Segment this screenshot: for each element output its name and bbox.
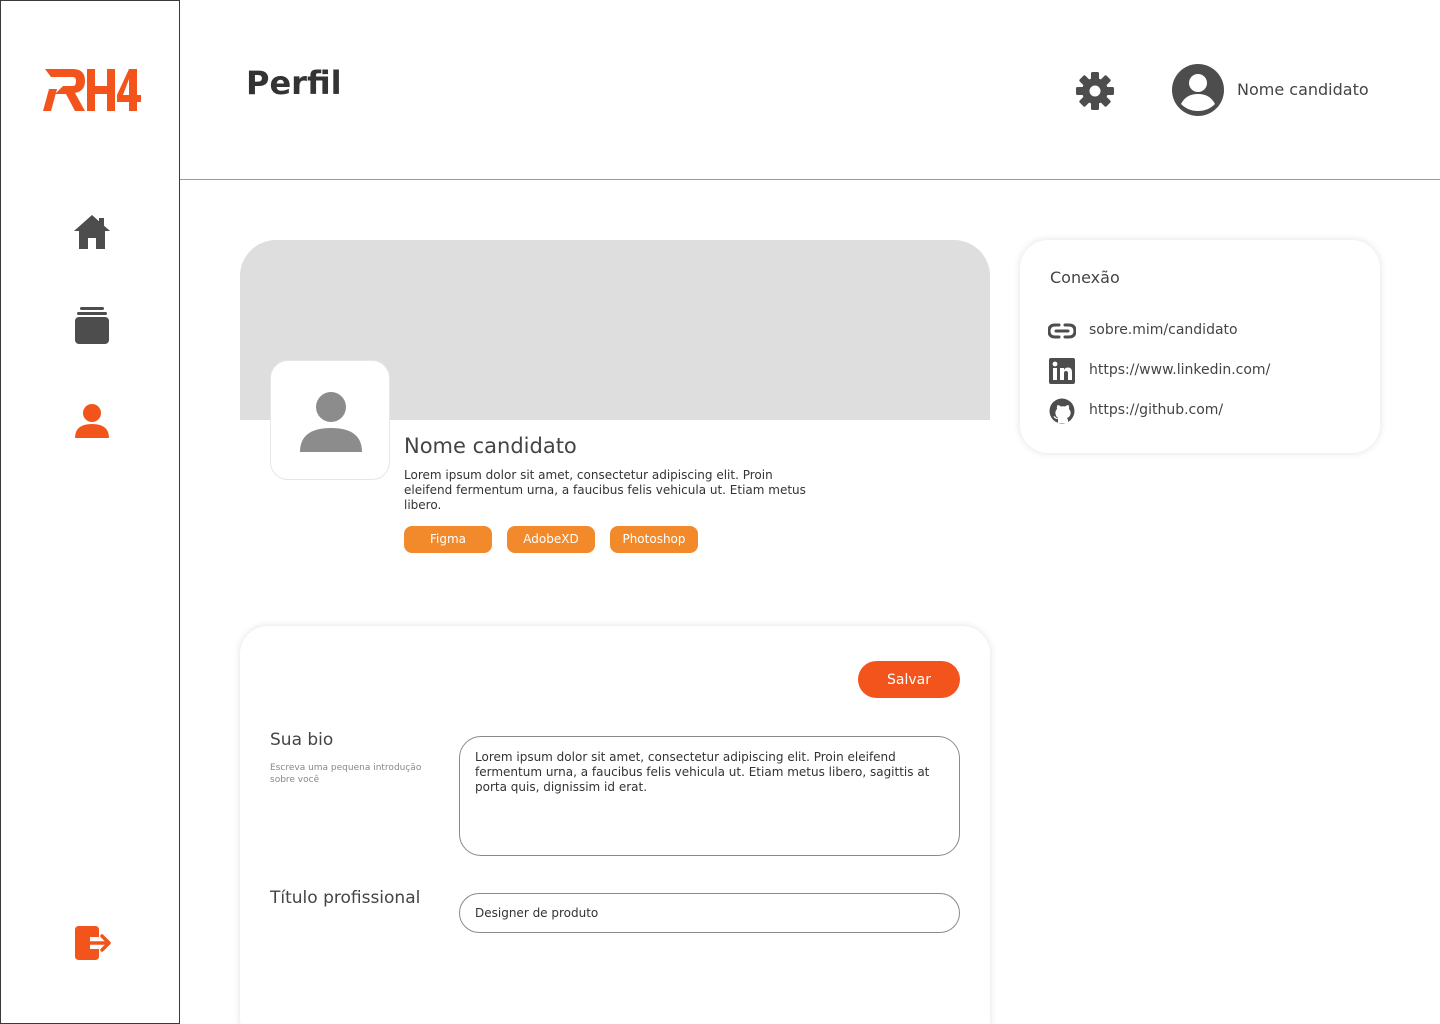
user-placeholder-icon	[300, 392, 362, 452]
linkedin-icon	[1049, 358, 1075, 384]
profile-edit-card: Salvar Sua bio Escreva uma pequena intro…	[240, 626, 990, 1024]
connection-link-github[interactable]: https://github.com/	[1048, 398, 1368, 424]
connection-link-text[interactable]: sobre.mim/candidato	[1089, 322, 1238, 338]
professional-title-label: Título profissional	[270, 888, 421, 908]
link-icon	[1048, 323, 1076, 339]
bio-textarea[interactable]: Lorem ipsum dolor sit amet, consectetur …	[459, 736, 960, 856]
skill-tag[interactable]: AdobeXD	[507, 526, 595, 553]
skill-tag[interactable]: Figma	[404, 526, 492, 553]
profile-photo[interactable]	[270, 360, 390, 480]
top-header: Perfil Nome candidato	[180, 0, 1440, 180]
bio-label: Sua bio	[270, 730, 334, 750]
connection-link-linkedin[interactable]: https://www.linkedin.com/	[1048, 358, 1368, 384]
connections-card: Conexão sobre.mim/candidato https://www.…	[1020, 240, 1380, 453]
rh4-logo[interactable]	[43, 65, 143, 115]
connection-link-portfolio[interactable]: sobre.mim/candidato	[1048, 318, 1368, 344]
page-title: Perfil	[246, 64, 342, 102]
github-icon	[1049, 398, 1075, 424]
connection-link-text[interactable]: https://github.com/	[1089, 402, 1223, 418]
profile-description: Lorem ipsum dolor sit amet, consectetur …	[404, 468, 806, 512]
logout-icon[interactable]	[73, 923, 113, 963]
avatar[interactable]	[1172, 64, 1224, 116]
connections-title: Conexão	[1050, 268, 1120, 287]
bio-help-text: Escreva uma pequena introdução sobre voc…	[270, 763, 422, 785]
header-user-name[interactable]: Nome candidato	[1237, 80, 1369, 99]
connection-link-text[interactable]: https://www.linkedin.com/	[1089, 362, 1270, 378]
professional-title-input[interactable]	[459, 893, 960, 933]
gear-icon[interactable]	[1075, 71, 1115, 111]
jobs-icon[interactable]	[72, 306, 112, 346]
home-icon[interactable]	[72, 212, 112, 252]
skill-tag[interactable]: Photoshop	[610, 526, 698, 553]
sidebar	[0, 0, 180, 1024]
save-button[interactable]: Salvar	[858, 661, 960, 698]
profile-name: Nome candidato	[404, 434, 577, 458]
user-icon[interactable]	[72, 401, 112, 441]
